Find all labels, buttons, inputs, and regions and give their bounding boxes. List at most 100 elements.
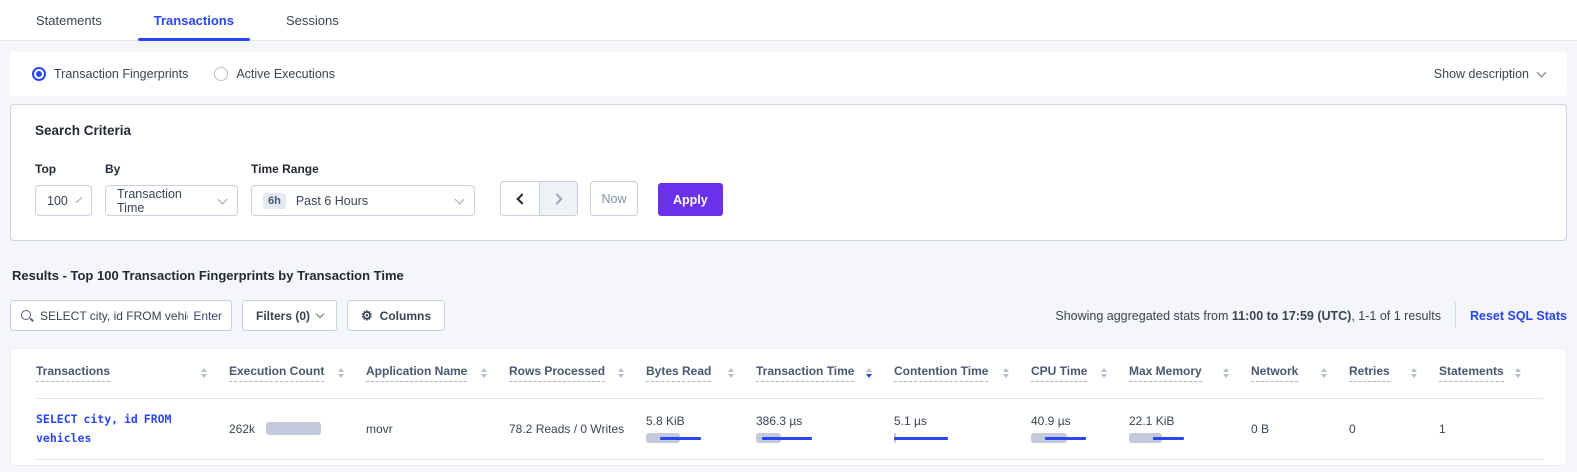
- time-range-pager: [500, 181, 578, 216]
- sort-icon[interactable]: [1321, 368, 1327, 378]
- top-field: Top 100: [35, 162, 92, 216]
- column-header-execution_count[interactable]: Execution Count: [229, 349, 366, 398]
- column-label: Transaction Time: [756, 364, 854, 382]
- search-enter-hint: Enter: [188, 309, 222, 323]
- column-header-transaction[interactable]: Transactions: [36, 349, 229, 398]
- column-label: Transactions: [36, 364, 110, 382]
- chevron-down-icon: [1537, 68, 1547, 78]
- radio-label-transaction-fingerprints: Transaction Fingerprints: [54, 67, 188, 81]
- search-input-container: Enter: [10, 300, 232, 331]
- top-select[interactable]: 100: [35, 185, 92, 216]
- radio-unselected-icon: [214, 67, 228, 81]
- search-criteria-title: Search Criteria: [35, 123, 1542, 138]
- execution-count-bar: [266, 422, 321, 435]
- vertical-divider: [1455, 302, 1456, 329]
- results-heading: Results - Top 100 Transaction Fingerprin…: [12, 268, 1565, 283]
- next-time-range-button[interactable]: [539, 182, 577, 215]
- search-criteria-panel: Search Criteria Top 100 By Transaction T…: [10, 104, 1567, 241]
- sort-icon[interactable]: [1003, 368, 1009, 378]
- column-header-bytes_read[interactable]: Bytes Read: [646, 349, 756, 398]
- show-description-toggle[interactable]: Show description: [1434, 67, 1545, 81]
- metric-bar: [894, 433, 949, 443]
- reset-sql-stats-link[interactable]: Reset SQL Stats: [1470, 309, 1567, 323]
- stats-prefix: Showing aggregated stats from: [1055, 309, 1232, 323]
- metric-bar: [1129, 433, 1184, 443]
- column-label: Max Memory: [1129, 364, 1202, 382]
- column-header-statements[interactable]: Statements: [1439, 349, 1543, 398]
- cell-value: 78.2 Reads / 0 Writes: [509, 422, 624, 436]
- sort-icon[interactable]: [1515, 368, 1521, 378]
- time-range-label: Time Range: [251, 162, 475, 176]
- header-row: Transactions Execution Count Application N…: [36, 349, 1543, 398]
- cell-transaction_time: 386.3 µs: [756, 398, 894, 459]
- now-button[interactable]: Now: [590, 181, 638, 216]
- sort-icon[interactable]: [866, 368, 872, 378]
- results-table: Transactions Execution Count Application N…: [36, 349, 1543, 460]
- top-select-value: 100: [47, 194, 68, 208]
- radio-active-executions[interactable]: Active Executions: [214, 67, 335, 81]
- column-label: Rows Processed: [509, 364, 605, 382]
- sort-icon[interactable]: [618, 368, 624, 378]
- columns-label: Columns: [380, 309, 431, 323]
- cell-max_memory: 22.1 KiB: [1129, 398, 1251, 459]
- sort-icon[interactable]: [201, 368, 207, 378]
- column-header-application_name[interactable]: Application Name: [366, 349, 509, 398]
- results-table-head: Transactions Execution Count Application N…: [36, 349, 1543, 398]
- column-header-max_memory[interactable]: Max Memory: [1129, 349, 1251, 398]
- cell-value: 40.9 µs: [1031, 414, 1115, 428]
- sort-icon[interactable]: [1101, 368, 1107, 378]
- by-select[interactable]: Transaction Time: [105, 185, 238, 216]
- time-range-select[interactable]: 6h Past 6 Hours: [251, 185, 475, 216]
- column-label: Contention Time: [894, 364, 988, 382]
- column-header-retries[interactable]: Retries: [1349, 349, 1439, 398]
- time-range-value: Past 6 Hours: [296, 194, 368, 208]
- search-criteria-row: Top 100 By Transaction Time Time Range 6…: [35, 162, 1542, 216]
- radio-transaction-fingerprints[interactable]: Transaction Fingerprints: [32, 67, 188, 81]
- chevron-down-icon: [218, 194, 228, 204]
- metric-bar: [1031, 433, 1086, 443]
- page-tab-bar: Statements Transactions Sessions: [0, 0, 1577, 41]
- column-header-contention_time[interactable]: Contention Time: [894, 349, 1031, 398]
- previous-time-range-button[interactable]: [501, 182, 539, 215]
- tab-sessions[interactable]: Sessions: [274, 0, 351, 40]
- filters-button[interactable]: Filters (0): [242, 300, 337, 331]
- cell-value: 22.1 KiB: [1129, 414, 1237, 428]
- cell-transaction: SELECT city, id FROM vehicles: [36, 398, 229, 459]
- chevron-right-icon: [551, 193, 562, 204]
- column-header-transaction_time[interactable]: Transaction Time: [756, 349, 894, 398]
- radio-selected-icon: [32, 67, 46, 81]
- cell-value: movr: [366, 422, 393, 436]
- table-row: SELECT city, id FROM vehicles 262kmovr 78.…: [36, 398, 1543, 459]
- aggregated-stats-text: Showing aggregated stats from 11:00 to 1…: [1055, 309, 1441, 323]
- transaction-fingerprint-link[interactable]: SELECT city, id FROM vehicles: [36, 410, 208, 448]
- cell-value: 5.8 KiB: [646, 414, 742, 428]
- apply-button[interactable]: Apply: [658, 183, 723, 216]
- columns-button[interactable]: ⚙ Columns: [347, 300, 445, 331]
- sort-icon[interactable]: [1411, 368, 1417, 378]
- column-header-cpu_time[interactable]: CPU Time: [1031, 349, 1129, 398]
- tab-transactions[interactable]: Transactions: [142, 0, 246, 40]
- sort-icon[interactable]: [338, 368, 344, 378]
- column-header-network[interactable]: Network: [1251, 349, 1349, 398]
- sort-icon[interactable]: [1223, 368, 1229, 378]
- sort-icon[interactable]: [481, 368, 487, 378]
- chevron-down-icon: [455, 194, 465, 204]
- stats-suffix: , 1-1 of 1 results: [1351, 309, 1441, 323]
- by-label: By: [105, 162, 238, 176]
- view-mode-card: Transaction Fingerprints Active Executio…: [10, 52, 1567, 96]
- cell-retries: 0: [1349, 398, 1439, 459]
- time-range-field: Time Range 6h Past 6 Hours: [251, 162, 475, 216]
- gear-icon: ⚙: [361, 309, 373, 322]
- metric-bar: [646, 433, 701, 443]
- cell-cpu_time: 40.9 µs: [1031, 398, 1129, 459]
- column-label: Execution Count: [229, 364, 324, 382]
- stats-time-range: 11:00 to 17:59 (UTC): [1232, 309, 1351, 323]
- column-header-rows_processed[interactable]: Rows Processed: [509, 349, 646, 398]
- show-description-label: Show description: [1434, 67, 1529, 81]
- cell-execution_count: 262k: [229, 398, 366, 459]
- search-input[interactable]: [40, 309, 188, 323]
- tab-statements[interactable]: Statements: [24, 0, 114, 40]
- by-field: By Transaction Time: [105, 162, 238, 216]
- sort-icon[interactable]: [728, 368, 734, 378]
- results-table-body: SELECT city, id FROM vehicles 262kmovr 78.…: [36, 398, 1543, 459]
